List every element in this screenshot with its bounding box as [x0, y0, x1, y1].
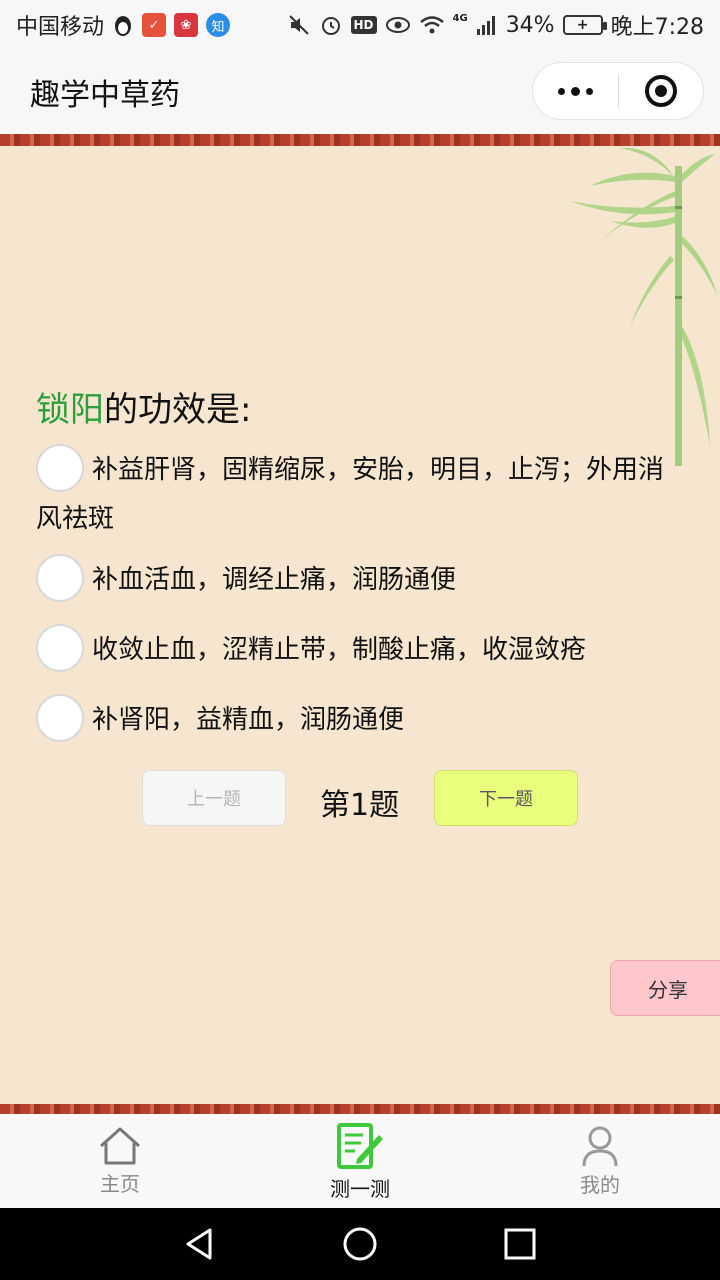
battery-icon: + — [562, 15, 607, 35]
answer-option[interactable]: 补肾阳，益精血，润肠通便 — [36, 693, 686, 745]
battery-percent: 34% — [505, 12, 555, 38]
signal-icon — [476, 15, 498, 35]
option-label: 补血活血，调经止痛，润肠通便 — [92, 565, 457, 595]
home-icon — [99, 1127, 141, 1164]
network-type-label: 4G — [452, 12, 468, 24]
prev-question-button[interactable]: 上一题 — [142, 770, 286, 826]
app-root: 中国移动 ✓ ❀ 知 HD 4G 34% + 晚上7:28 趣学中草药 锁阳的功… — [0, 0, 720, 1280]
penguin-icon — [112, 13, 134, 37]
weibo-icon: ✓ — [142, 13, 167, 37]
option-label: 补益肝肾，固精缩尿，安胎，明目，止泻；外用消风祛斑 — [36, 455, 665, 534]
radio-button[interactable] — [36, 623, 84, 672]
radio-button[interactable] — [36, 553, 84, 602]
option-label: 收敛止血，涩精止带，制酸止痛，收湿敛疮 — [92, 635, 587, 665]
mute-icon — [287, 13, 311, 37]
tab-mine[interactable]: 我的 — [480, 1114, 720, 1208]
quiz-content: 锁阳的功效是: 补益肝肾，固精缩尿，安胎，明目，止泻；外用消风祛斑 补血活血，调… — [0, 146, 720, 1104]
herb-name: 锁阳 — [36, 390, 104, 430]
tab-bar: 主页 测一测 我的 — [0, 1114, 720, 1208]
share-button[interactable]: 分享 — [610, 960, 720, 1016]
question-number: 第1题 — [320, 788, 400, 823]
quiz-edit-icon — [337, 1122, 383, 1169]
target-icon — [644, 75, 677, 107]
option-label: 补肾阳，益精血，润肠通便 — [92, 705, 405, 735]
question-text: 锁阳的功效是: — [36, 382, 251, 431]
back-icon[interactable] — [182, 1226, 218, 1262]
tab-label: 我的 — [580, 1172, 620, 1197]
alarm-icon — [319, 13, 343, 37]
answer-option[interactable]: 补益肝肾，固精缩尿，安胎，明目，止泻；外用消风祛斑 — [36, 443, 686, 543]
mini-program-capsule — [532, 62, 704, 120]
huawei-icon: ❀ — [174, 13, 199, 37]
decorative-border-bottom — [0, 1104, 720, 1114]
app-title: 趣学中草药 — [30, 78, 180, 113]
user-icon — [582, 1126, 618, 1166]
home-circle-icon[interactable] — [342, 1226, 378, 1262]
tab-home[interactable]: 主页 — [0, 1114, 240, 1208]
answer-option[interactable]: 补血活血，调经止痛，润肠通便 — [36, 553, 686, 605]
status-bar: 中国移动 ✓ ❀ 知 HD 4G 34% + 晚上7:28 — [0, 0, 720, 50]
question-navigation: 上一题 第1题 下一题 — [0, 770, 720, 826]
recents-square-icon[interactable] — [502, 1226, 538, 1262]
bamboo-decoration-icon — [570, 147, 718, 466]
question-suffix: 的功效是: — [104, 390, 252, 430]
tab-label: 主页 — [100, 1171, 140, 1196]
decorative-border-top — [0, 134, 720, 146]
radio-button[interactable] — [36, 443, 84, 492]
tab-label: 测一测 — [330, 1176, 390, 1201]
next-question-button[interactable]: 下一题 — [434, 770, 578, 826]
tab-quiz[interactable]: 测一测 — [240, 1114, 480, 1208]
close-mini-program-button[interactable] — [619, 63, 704, 119]
more-button[interactable] — [533, 63, 618, 119]
clock: 晚上7:28 — [610, 15, 704, 40]
more-dots-icon — [557, 86, 593, 96]
system-navigation-bar — [0, 1208, 720, 1280]
eye-icon — [385, 15, 411, 35]
answer-option[interactable]: 收敛止血，涩精止带，制酸止痛，收湿敛疮 — [36, 623, 686, 675]
hd-icon: HD — [350, 16, 377, 34]
title-bar: 趣学中草药 — [0, 50, 720, 134]
wifi-icon — [419, 14, 445, 36]
radio-button[interactable] — [36, 693, 84, 742]
carrier-label: 中国移动 — [16, 15, 105, 40]
zhihu-icon: 知 — [206, 13, 231, 37]
